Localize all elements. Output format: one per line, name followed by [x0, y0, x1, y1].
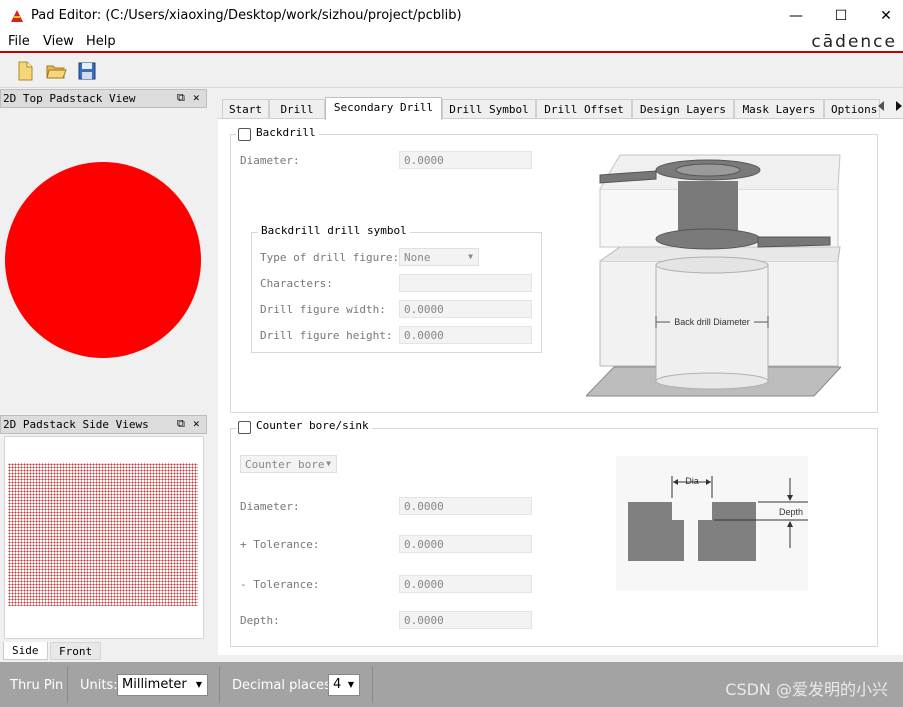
decimal-places-value: 4 [333, 677, 342, 692]
close-button[interactable]: ✕ [863, 0, 903, 31]
cadence-logo: cādence [811, 32, 897, 52]
menu-help[interactable]: Help [86, 34, 116, 49]
pad-drawing [5, 162, 201, 358]
chevron-down-icon: ▼ [347, 680, 354, 689]
backdrill-diameter-callout: Back drill Diameter [674, 317, 750, 327]
menu-bar: File View Help cādence [0, 31, 903, 53]
close-panel-icon[interactable]: ✕ [193, 91, 200, 104]
decimal-places-label: Decimal places: [232, 678, 336, 693]
chevron-down-icon: ▼ [326, 459, 331, 468]
counterbore-title-text: Counter bore/sink [256, 419, 369, 432]
status-bar: Thru Pin Units: Millimeter ▼ Decimal pla… [0, 662, 903, 707]
minus-tolerance-field[interactable]: 0.0000 [399, 575, 532, 593]
open-folder-icon[interactable] [45, 60, 67, 82]
tab-drill-offset[interactable]: Drill Offset [536, 99, 632, 119]
close-panel-icon[interactable]: ✕ [193, 417, 200, 430]
tab-scroll-right-icon [896, 101, 902, 111]
chevron-down-icon: ▼ [195, 680, 202, 689]
tab-scroll-left-icon [878, 101, 884, 111]
tab-scroll [872, 98, 902, 117]
toolbar [0, 55, 903, 88]
float-panel-icon[interactable]: ⧉ [177, 417, 185, 431]
secondary-drill-panel: Backdrill Diameter: 0.0000 Backdrill dri… [218, 118, 903, 655]
status-divider [372, 666, 373, 703]
status-divider [67, 666, 68, 703]
app-logo-icon [11, 9, 23, 22]
side-view-title: 2D Padstack Side Views ⧉ ✕ [0, 415, 207, 434]
depth-field[interactable]: 0.0000 [399, 611, 532, 629]
plus-tolerance-field[interactable]: 0.0000 [399, 535, 532, 553]
counterbore-diameter-field[interactable]: 0.0000 [399, 497, 532, 515]
backdrill-diameter-field[interactable]: 0.0000 [399, 151, 532, 169]
side-view-title-text: 2D Padstack Side Views [3, 418, 149, 431]
title-bar: Pad Editor: (C:/Users/xiaoxing/Desktop/w… [0, 0, 903, 31]
top-padstack-view [0, 108, 207, 413]
menu-file[interactable]: File [8, 34, 30, 49]
float-panel-icon[interactable]: ⧉ [177, 91, 185, 105]
new-file-icon[interactable] [14, 60, 36, 82]
top-view-title: 2D Top Padstack View ⧉ ✕ [0, 89, 207, 108]
pad-circle [5, 162, 201, 358]
drill-figure-type-select[interactable]: None ▼ [399, 248, 479, 266]
units-label: Units: [80, 678, 118, 693]
backdrill-checkbox[interactable] [238, 128, 251, 141]
drill-figure-type-label: Type of drill figure: [260, 251, 400, 264]
drill-figure-height-label: Drill figure height: [260, 329, 393, 342]
maximize-button[interactable]: ☐ [818, 0, 864, 31]
units-value: Millimeter [122, 677, 187, 692]
side-padstack-view [4, 436, 204, 639]
plus-tolerance-label: + Tolerance: [240, 538, 320, 551]
tab-start[interactable]: Start [222, 99, 269, 119]
menu-view[interactable]: View [43, 34, 74, 49]
counterbore-title: Counter bore/sink [236, 419, 372, 432]
backdrill-title-text: Backdrill [256, 126, 316, 139]
backdrill-symbol-title: Backdrill drill symbol [258, 224, 410, 237]
counterbore-diameter-label: Diameter: [240, 500, 300, 513]
counterbore-mode-select[interactable]: Counter bore ▼ [240, 455, 337, 473]
depth-label: Depth: [240, 614, 280, 627]
counterbore-mode-value: Counter bore [245, 458, 325, 471]
counterbore-checkbox[interactable] [238, 421, 251, 434]
side-view-pattern [8, 463, 198, 606]
tab-front[interactable]: Front [50, 642, 102, 660]
top-view-title-text: 2D Top Padstack View [3, 92, 136, 105]
depth-callout: Depth [779, 507, 803, 517]
characters-field[interactable] [399, 274, 532, 292]
minimize-button[interactable]: — [773, 0, 819, 31]
chevron-down-icon: ▼ [468, 252, 473, 261]
window-title: Pad Editor: (C:/Users/xiaoxing/Desktop/w… [31, 8, 462, 23]
counterbore-diagram: Dia Depth [616, 456, 808, 591]
backdrill-diagram: Back drill Diameter [586, 151, 841, 404]
save-icon[interactable] [76, 60, 98, 82]
dia-callout: Dia [685, 476, 699, 486]
drill-figure-width-label: Drill figure width: [260, 303, 386, 316]
drill-figure-width-field[interactable]: 0.0000 [399, 300, 532, 318]
tab-secondary-drill[interactable]: Secondary Drill [325, 97, 442, 120]
backdrill-diameter-label: Diameter: [240, 154, 300, 167]
pin-type: Thru Pin [10, 678, 64, 693]
units-select[interactable]: Millimeter ▼ [117, 674, 208, 696]
tab-drill[interactable]: Drill [269, 99, 325, 119]
characters-label: Characters: [260, 277, 333, 290]
status-divider [219, 666, 220, 703]
tab-design-layers[interactable]: Design Layers [632, 99, 734, 119]
tab-side[interactable]: Side [3, 642, 48, 660]
tab-bar: Start Drill Secondary Drill Drill Symbol… [218, 97, 903, 120]
tab-drill-symbol[interactable]: Drill Symbol [442, 99, 536, 119]
tab-mask-layers[interactable]: Mask Layers [734, 99, 824, 119]
watermark: CSDN @爱发明的小兴 [725, 680, 888, 699]
minus-tolerance-label: - Tolerance: [240, 578, 320, 591]
drill-figure-type-value: None [404, 251, 431, 264]
decimal-places-select[interactable]: 4 ▼ [328, 674, 360, 696]
drill-figure-height-field[interactable]: 0.0000 [399, 326, 532, 344]
